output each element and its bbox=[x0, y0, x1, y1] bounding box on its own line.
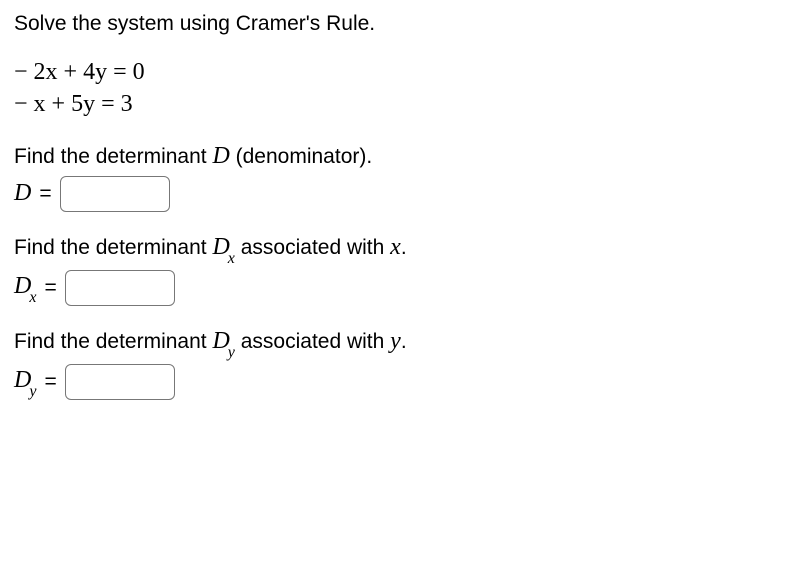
prompt-dy: Find the determinant Dy associated with … bbox=[14, 328, 778, 358]
assoc-var-y: y bbox=[390, 328, 401, 354]
prompt-dy-pre: Find the determinant bbox=[14, 330, 212, 353]
equals-dx: = bbox=[44, 276, 56, 300]
prompt-dx-period: . bbox=[401, 236, 407, 259]
prompt-d: Find the determinant D (denominator). bbox=[14, 143, 778, 170]
prompt-dx: Find the determinant Dx associated with … bbox=[14, 234, 778, 264]
label-dy: Dy bbox=[14, 367, 36, 397]
input-dx[interactable] bbox=[65, 270, 175, 306]
var-dx-sub: x bbox=[228, 250, 235, 267]
prompt-dx-pre: Find the determinant bbox=[14, 236, 212, 259]
row-d: D = bbox=[14, 176, 778, 212]
prompt-d-post: (denominator). bbox=[230, 145, 372, 168]
label-d-var: D bbox=[14, 180, 31, 206]
prompt-dy-period: . bbox=[401, 330, 407, 353]
label-dx-sub: x bbox=[29, 289, 36, 306]
equation-1: − 2x + 4y = 0 bbox=[14, 56, 778, 88]
input-dy[interactable] bbox=[65, 364, 175, 400]
assoc-var-x: x bbox=[390, 234, 401, 260]
prompt-dx-post: associated with bbox=[235, 236, 390, 259]
row-dy: Dy = bbox=[14, 364, 778, 400]
equals-d: = bbox=[39, 182, 51, 206]
input-d[interactable] bbox=[60, 176, 170, 212]
row-dx: Dx = bbox=[14, 270, 778, 306]
label-d: D bbox=[14, 180, 31, 207]
equation-system: − 2x + 4y = 0 − x + 5y = 3 bbox=[14, 56, 778, 121]
var-dy-sub: y bbox=[228, 344, 235, 361]
problem-title: Solve the system using Cramer's Rule. bbox=[14, 12, 778, 36]
equals-dy: = bbox=[44, 370, 56, 394]
equation-2: − x + 5y = 3 bbox=[14, 88, 778, 120]
var-d: D bbox=[212, 143, 229, 169]
label-dx: Dx bbox=[14, 273, 36, 303]
prompt-dy-post: associated with bbox=[235, 330, 390, 353]
prompt-d-pre: Find the determinant bbox=[14, 145, 212, 168]
label-dy-sub: y bbox=[29, 383, 36, 400]
